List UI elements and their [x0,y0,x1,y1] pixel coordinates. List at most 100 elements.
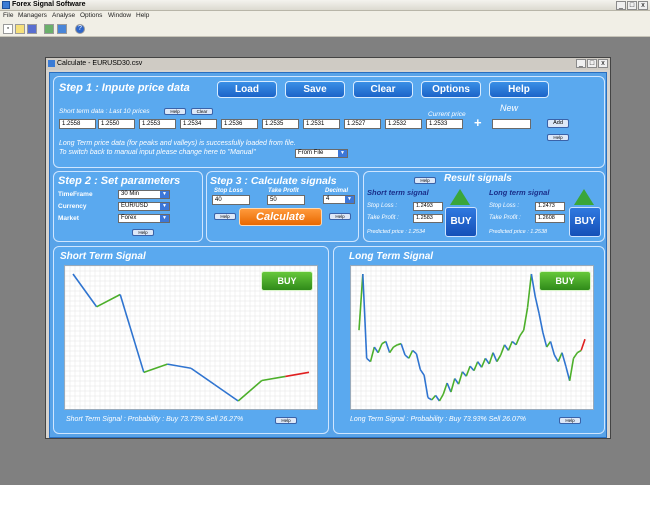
long-chart-segment [442,382,448,395]
long-chart-segment [377,343,383,353]
maximize-button[interactable]: □ [627,1,637,10]
long-chart-segment [572,352,579,359]
long-chart-help-button[interactable]: Help [559,417,581,424]
short-chart-help-button[interactable]: Help [275,417,297,424]
toolbar: ▫ ? [0,21,650,37]
source-select[interactable]: From File ▼ [295,149,348,158]
long-take-profit-label: Take Profit : [489,215,521,221]
short-term-help-button[interactable]: Help [164,108,186,115]
long-chart-segment [530,273,536,297]
currency-select[interactable]: EUR/USD ▼ [118,202,170,211]
save-icon[interactable] [27,24,37,34]
child-close-button[interactable]: x [598,59,608,68]
step3-help-right-button[interactable]: Help [329,213,351,220]
long-stop-loss-label: Stop Loss : [489,203,520,209]
app-title: Forex Signal Software [12,1,86,8]
menu-managers[interactable]: Managers [18,12,47,19]
managers-icon[interactable] [44,24,54,34]
chevron-down-icon: ▼ [160,215,169,222]
step3-title: Step 3 : Calculate signals [210,175,337,187]
plus-icon: + [474,115,482,130]
current-price-input[interactable]: 1.2533 [426,119,463,129]
results-title: Result signals [444,173,512,184]
price-input-2[interactable]: 1.2550 [98,119,135,129]
save-button[interactable]: Save [285,81,345,98]
take-profit-input[interactable]: 50 [267,195,305,205]
step1-title: Step 1 : Inpute price data [59,82,190,94]
current-price-label: Current price [428,111,466,118]
long-chart-segment [568,358,575,381]
stop-loss-input[interactable]: 40 [212,195,250,205]
long-chart-segment [446,382,452,393]
calculate-icon[interactable] [57,24,67,34]
short-term-clear-button[interactable]: Clear [191,108,213,115]
price-input-5[interactable]: 1.2536 [221,119,258,129]
long-chart-segment [503,344,510,351]
long-predicted-price: Predicted price : 1.2538 [489,229,548,235]
market-select[interactable]: Forex ▼ [118,214,170,223]
help-button[interactable]: Help [489,81,549,98]
results-help-button[interactable]: Help [414,177,436,184]
close-button[interactable]: x [638,1,648,10]
short-buy-button[interactable]: BUY [445,207,477,237]
step3-panel: Step 3 : Calculate signals Stop Loss 40 … [206,171,359,242]
long-chart-buy-badge: BUY [539,271,591,291]
chevron-down-icon: ▼ [160,203,169,210]
child-minimize-button[interactable]: _ [576,59,586,68]
long-chart-title: Long Term Signal [349,251,434,262]
menu-window[interactable]: Window [108,12,131,19]
calculate-button[interactable]: Calculate [239,208,322,226]
step2-help-button[interactable]: Help [132,229,154,236]
decimal-select[interactable]: 4 ▼ [323,195,355,204]
menu-help[interactable]: Help [136,12,149,19]
open-icon[interactable] [15,24,25,34]
price-input-4[interactable]: 1.2534 [180,119,217,129]
app-icon [2,1,10,9]
timeframe-value: 30 Min [121,191,140,197]
add-button[interactable]: Add [547,119,569,128]
chevron-down-icon: ▼ [160,191,169,198]
new-price-input[interactable] [492,119,531,129]
step1-panel: Step 1 : Inpute price data Load Save Cle… [53,76,605,168]
market-label: Market [58,215,79,222]
stop-loss-label: Stop Loss [214,188,244,194]
long-chart-segment [561,352,567,367]
short-chart-title: Short Term Signal [60,251,146,262]
price-input-9[interactable]: 1.2532 [385,119,422,129]
child-maximize-button[interactable]: □ [587,59,597,68]
long-chart-segment [393,344,398,348]
menu-analyse[interactable]: Analyse [52,12,75,19]
calculate-window-titlebar: Calculate - EURUSD30.csv _ □ x [46,58,610,70]
step3-help-left-button[interactable]: Help [214,213,236,220]
long-chart-panel: Long Term Signal BUY Long Term Signal : … [333,246,605,434]
menu-options[interactable]: Options [80,12,102,19]
price-input-6[interactable]: 1.2535 [262,119,299,129]
options-button[interactable]: Options [421,81,481,98]
price-input-1[interactable]: 1.2558 [59,119,96,129]
long-arrow-up-icon [574,189,594,205]
long-chart-segment [408,350,414,359]
timeframe-label: TimeFrame [58,191,93,198]
minimize-button[interactable]: _ [616,1,626,10]
add-help-button[interactable]: Help [547,134,569,141]
long-chart-segment [565,365,571,381]
new-icon[interactable]: ▫ [3,24,13,34]
short-chart-buy-badge: BUY [261,271,313,291]
timeframe-select[interactable]: 30 Min ▼ [118,190,170,199]
price-input-3[interactable]: 1.2553 [139,119,176,129]
long-term-info-line1: Long Term price data (for peaks and vall… [59,140,296,147]
long-chart-segment [557,352,563,362]
long-term-info-line2: To switch back to manual input please ch… [59,149,256,156]
long-chart-segment [450,378,456,393]
help-icon[interactable]: ? [75,24,85,34]
clear-button[interactable]: Clear [353,81,413,98]
short-arrow-up-icon [450,189,470,205]
price-input-8[interactable]: 1.2527 [344,119,381,129]
short-chart-segment [261,375,286,382]
long-buy-button[interactable]: BUY [569,207,601,237]
calculate-window: Calculate - EURUSD30.csv _ □ x Step 1 : … [45,57,611,439]
menu-file[interactable]: File [3,12,13,19]
load-button[interactable]: Load [217,81,277,98]
calculate-body: Step 1 : Inpute price data Load Save Cle… [49,72,607,438]
price-input-7[interactable]: 1.2531 [303,119,340,129]
